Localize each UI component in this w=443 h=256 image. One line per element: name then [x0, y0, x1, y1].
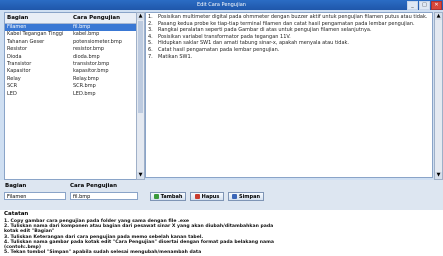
description-line: 2. Pasang kedua probe ke tiap-tiap termin…: [148, 21, 430, 28]
hapus-label: Hapus: [201, 194, 220, 200]
parts-table[interactable]: Bagian Cara Pengujian Filamen fil.bmp Kabe…: [4, 12, 137, 180]
tambah-label: Tambah: [160, 194, 183, 200]
step-text: Matikan SW1.: [158, 53, 193, 60]
description-line: 5. Hidupkan saklar SW1 dan amati tabung s…: [148, 40, 430, 47]
step-text: Hidupkan saklar SW1 dan amati tabung sin…: [158, 40, 350, 47]
cell-bagian: LED: [7, 90, 17, 97]
bagian-field[interactable]: Filamen: [4, 192, 66, 200]
top-panel: Bagian Cara Pengujian Filamen fil.bmp Kabe…: [0, 10, 443, 180]
cell-bagian: Kapasitor: [7, 68, 31, 75]
window-body: Bagian Cara Pengujian Filamen fil.bmp Kabe…: [0, 10, 443, 255]
table-row[interactable]: LED LED.bmp: [5, 91, 136, 98]
description-memo[interactable]: 1. Posisikan multimeter digital pada ohmm…: [145, 12, 433, 178]
cell-cara-pengujian: kapasitor.bmp: [73, 68, 109, 75]
step-text: Posisikan variabel transformator pada te…: [158, 33, 291, 40]
step-number: 5.: [148, 40, 153, 47]
table-row[interactable]: Resistor resistor.bmp: [5, 46, 136, 53]
cell-cara-pengujian: Relay.bmp: [73, 75, 99, 82]
step-text: Posisikan multimeter digital pada ohmmet…: [158, 14, 428, 20]
scroll-up-icon[interactable]: ▲: [435, 13, 442, 20]
step-number: 6.: [148, 46, 153, 53]
description-line: 7. Matikan SW1.: [148, 54, 430, 61]
cell-bagian: Resistor: [7, 46, 27, 53]
cell-cara-pengujian: fil.bmp: [73, 24, 91, 30]
table-row[interactable]: SCR SCR.bmp: [5, 83, 136, 90]
step-number: 4.: [148, 33, 153, 40]
cell-bagian: Relay: [7, 75, 21, 82]
step-text: Rangkai peralatan seperti pada Gambar di…: [158, 27, 372, 34]
cell-bagian: Tahanan Geser: [7, 38, 45, 45]
scroll-thumb[interactable]: [138, 21, 143, 113]
table-row[interactable]: Filamen fil.bmp: [5, 24, 136, 32]
title-bar: Edit Cara Pengujian _ □ ✕: [0, 0, 443, 10]
scroll-up-icon[interactable]: ▲: [137, 13, 144, 20]
close-button[interactable]: ✕: [431, 1, 442, 10]
edit-form: Bagian Cara Pengujian Filamen fil.bmp Ta…: [0, 180, 443, 210]
cell-bagian: Dioda: [7, 53, 22, 60]
table-row[interactable]: Dioda dioda.bmp: [5, 54, 136, 61]
cell-bagian: Filamen: [7, 24, 27, 30]
cell-cara-pengujian: dioda.bmp: [73, 53, 100, 60]
cara-pengujian-label: Cara Pengujian: [70, 183, 118, 189]
header-cara-pengujian[interactable]: Cara Pengujian: [71, 13, 131, 23]
header-bagian[interactable]: Bagian: [5, 13, 71, 23]
table-row[interactable]: Tahanan Geser potensiometer.bmp: [5, 39, 136, 46]
step-number: 7.: [148, 53, 153, 60]
cell-cara-pengujian: transistor.bmp: [73, 60, 110, 67]
note-line: 5. Tekan tombol "Simpan" apabila sudah s…: [4, 250, 202, 256]
hapus-button[interactable]: Hapus: [190, 192, 224, 201]
cell-cara-pengujian: LED.bmp: [73, 90, 96, 97]
cell-bagian: Kabel Tegangan Tinggi: [7, 31, 64, 38]
cell-bagian: Transistor: [7, 60, 32, 67]
notes-title: Catatan: [4, 211, 29, 217]
step-text: Catat hasil pengamatan pada lembar pengu…: [158, 46, 280, 53]
memo-scrollbar[interactable]: ▲ ▼: [434, 12, 443, 180]
delete-icon: [194, 194, 200, 199]
table-row[interactable]: Relay Relay.bmp: [5, 76, 136, 83]
bagian-label: Bagian: [5, 183, 27, 189]
note-line: 4. Tuliskan nama gambar pada kotak edit …: [4, 239, 274, 245]
simpan-label: Simpan: [238, 194, 261, 200]
cell-cara-pengujian: SCR.bmp: [73, 83, 96, 90]
tambah-button[interactable]: Tambah: [150, 192, 186, 201]
step-number: 2.: [148, 20, 153, 27]
cara-pengujian-field[interactable]: fil.bmp: [70, 192, 138, 200]
step-number: 1.: [148, 14, 153, 20]
minimize-button[interactable]: _: [407, 1, 418, 10]
cell-cara-pengujian: kabel.bmp: [73, 31, 100, 38]
description-line: 4. Posisikan variabel transformator pada …: [148, 34, 430, 41]
add-icon: [153, 194, 159, 199]
scroll-down-icon[interactable]: ▼: [137, 172, 144, 179]
description-line: 3. Rangkai peralatan seperti pada Gambar …: [148, 27, 430, 34]
maximize-button[interactable]: □: [419, 1, 430, 10]
table-scrollbar[interactable]: ▲ ▼: [136, 12, 145, 180]
step-number: 3.: [148, 27, 153, 34]
table-row[interactable]: Transistor transistor.bmp: [5, 61, 136, 68]
table-row[interactable]: Kabel Tegangan Tinggi kabel.bmp: [5, 31, 136, 38]
scroll-down-icon[interactable]: ▼: [435, 172, 442, 179]
cell-cara-pengujian: resistor.bmp: [73, 46, 105, 53]
cell-cara-pengujian: potensiometer.bmp: [73, 38, 122, 45]
description-line: 6. Catat hasil pengamatan pada lembar pen…: [148, 47, 430, 54]
description-line: 1. Posisikan multimeter digital pada ohmm…: [148, 14, 430, 21]
cell-bagian: SCR: [7, 83, 18, 90]
table-header: Bagian Cara Pengujian: [5, 13, 136, 24]
notes-section: Catatan 1. Copy gambar cara pengujian pa…: [0, 210, 443, 256]
save-icon: [231, 194, 237, 199]
window-title: Edit Cara Pengujian: [197, 2, 246, 8]
table-row[interactable]: Kapasitor kapasitor.bmp: [5, 68, 136, 75]
step-text: Pasang kedua probe ke tiap-tiap terminal…: [158, 20, 415, 27]
simpan-button[interactable]: Simpan: [228, 192, 264, 201]
